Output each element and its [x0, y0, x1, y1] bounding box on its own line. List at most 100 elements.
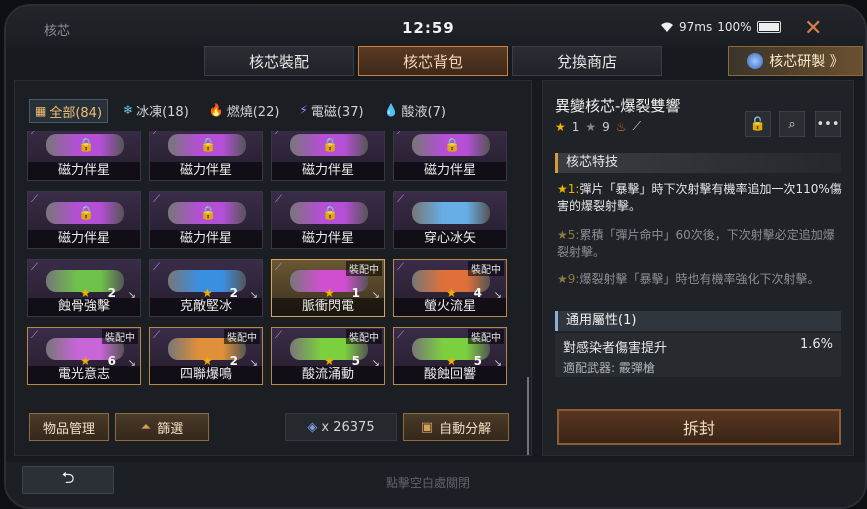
skills-header: 核芯特技: [555, 153, 841, 173]
lock-icon: 🔒: [78, 206, 95, 221]
weapon-type-icon: ⟋: [275, 131, 282, 137]
core-card[interactable]: ⟋ ★ 2 ↘ 蝕骨強擊: [27, 259, 141, 317]
clock: 12:59: [402, 19, 455, 37]
weapon-type-icon: ⟋: [397, 194, 404, 205]
core-card[interactable]: ⟋ 🔒 磁力伴星: [27, 131, 141, 181]
star-level: 1: [571, 119, 580, 134]
tab-core-bag[interactable]: 核芯背包: [358, 46, 508, 76]
weapon-type-icon: ⟋: [397, 131, 404, 137]
research-label: 核芯研製 》: [769, 54, 844, 70]
grid-icon: ▦: [35, 104, 47, 118]
core-card[interactable]: ⟋ 🔒 磁力伴星: [393, 131, 507, 181]
battery-text: 100%: [717, 20, 752, 34]
main-tabs: 核芯裝配 核芯背包 兌換商店: [204, 46, 662, 76]
equipped-badge: 裝配中: [102, 329, 138, 344]
weapon-type-icon: ⟋: [31, 262, 38, 273]
core-name: 磁力伴星: [28, 162, 140, 180]
skill-5-star: ★5:: [557, 228, 580, 242]
filter-fire-label: 燃燒(22): [226, 104, 280, 120]
lock-icon: 🔒: [322, 138, 339, 153]
unseal-button[interactable]: 拆封: [557, 409, 841, 445]
close-icon[interactable]: ✕: [804, 16, 822, 41]
attribute-value: 1.6%: [799, 337, 833, 352]
skill-9-text: 爆裂射擊「暴擊」時也有機率強化下次射擊。: [579, 272, 820, 286]
lightning-icon: ⚡: [299, 103, 308, 117]
skill-5: ★5:累積「彈片命中」60次後，下次射擊必定追加爆裂射擊。: [557, 227, 843, 261]
auto-disassemble-label: 自動分解: [439, 421, 492, 437]
filter-all[interactable]: ▦ 全部(84): [29, 99, 109, 123]
window-title: 核芯: [44, 24, 71, 39]
auto-disassemble-button[interactable]: ▣ 自動分解: [403, 413, 509, 441]
core-name: 蝕骨強擊: [28, 298, 140, 316]
core-card[interactable]: ⟋ 穿心冰矢: [393, 191, 507, 249]
game-window: 核芯 12:59 97ms 100% ✕ 核芯裝配 核芯背包 兌換商店 核芯研製…: [4, 4, 867, 509]
lock-button[interactable]: 🔓: [745, 111, 771, 137]
skill-1: ★1:彈片「暴擊」時下次射擊有機率追加一次110%傷害的爆裂射擊。: [557, 181, 843, 215]
core-name: 磁力伴星: [394, 162, 506, 180]
core-card[interactable]: ⟋ ★ 6 ↘ 裝配中 電光意志: [27, 327, 141, 385]
core-name: 酸蝕回響: [394, 366, 506, 384]
weapon-type-icon: ⟋: [397, 262, 404, 273]
weapon-type-icon: ⟋: [31, 194, 38, 205]
tab-exchange-shop[interactable]: 兌換商店: [512, 46, 662, 76]
weapon-type-icon: ⟋: [397, 330, 404, 341]
core-card[interactable]: ⟋ 🔒 磁力伴星: [149, 131, 263, 181]
core-name: 酸流涌動: [272, 366, 384, 384]
item-manage-label: 物品管理: [42, 421, 95, 437]
scrollbar[interactable]: [527, 377, 529, 455]
core-card[interactable]: ⟋ ★ 2 ↘ 裝配中 四聯爆鳴: [149, 327, 263, 385]
core-card[interactable]: ⟋ ★ 1 ↘ 裝配中 脈衝閃電: [271, 259, 385, 317]
core-card[interactable]: ⟋ ★ 2 ↘ 克敵堅冰: [149, 259, 263, 317]
item-manage-button[interactable]: 物品管理: [29, 413, 109, 441]
core-name: 脈衝閃電: [272, 298, 384, 316]
skill-5-text: 累積「彈片命中」60次後，下次射擊必定追加爆裂射擊。: [557, 228, 835, 259]
core-grid: ⟋ 🔒 磁力伴星 ⟋ 🔒 磁力伴星 ⟋ 🔒 磁力伴星 ⟋ 🔒 磁力伴星 ⟋ 🔒 磁力伴星 ⟋ 🔒 磁力伴星 ⟋ 🔒 磁力…: [27, 131, 521, 397]
back-button[interactable]: ⮌: [22, 466, 114, 494]
core-name: 磁力伴星: [150, 162, 262, 180]
core-card[interactable]: ⟋ ★ 4 ↘ 裝配中 螢火流星: [393, 259, 507, 317]
core-card[interactable]: ⟋ 🔒 磁力伴星: [27, 191, 141, 249]
unlock-icon: 🔓: [749, 116, 767, 132]
close-hint: 點擊空白處關閉: [386, 476, 471, 490]
weapon-type-icon: ⟋: [153, 330, 160, 341]
filter-electric-label: 電磁(37): [310, 104, 364, 120]
filter-electric[interactable]: ⚡ 電磁(37): [294, 99, 368, 121]
weapon-type-icon: ⟋: [275, 262, 282, 273]
core-card[interactable]: ⟋ ★ 5 ↘ 裝配中 酸蝕回響: [393, 327, 507, 385]
weapon-type-icon: ⟋: [153, 131, 160, 137]
tab-core-equip[interactable]: 核芯裝配: [204, 46, 354, 76]
more-button[interactable]: •••: [815, 111, 841, 137]
core-card[interactable]: ⟋ 🔒 磁力伴星: [149, 191, 263, 249]
status-bar: 97ms 100%: [660, 20, 781, 34]
filter-fire[interactable]: 🔥 燃燒(22): [204, 99, 285, 121]
battery-icon: [756, 21, 781, 33]
star-icon: ★: [555, 119, 566, 134]
ping-text: 97ms: [679, 20, 713, 34]
resource-amount: x 26375: [321, 419, 375, 435]
back-arrow-icon: ⮌: [61, 467, 75, 487]
attribute-box: 對感染者傷害提升 1.6% 適配武器: 霰彈槍: [555, 333, 841, 377]
core-research-button[interactable]: 核芯研製 》: [728, 46, 863, 76]
crystal-icon: ◈: [307, 419, 318, 435]
equipped-badge: 裝配中: [224, 329, 260, 344]
core-name: 磁力伴星: [272, 230, 384, 248]
attribute-name: 對感染者傷害提升: [563, 341, 668, 356]
filter-ice[interactable]: ❄ 冰凍(18): [118, 99, 194, 121]
more-icon: •••: [816, 116, 840, 132]
compatible-weapon: 適配武器: 霰彈槍: [563, 361, 655, 375]
equipped-badge: 裝配中: [468, 261, 504, 276]
core-card[interactable]: ⟋ 🔒 磁力伴星: [271, 131, 385, 181]
detail-search-button[interactable]: ⌕: [779, 111, 805, 137]
core-meta: ★ 1 ★ 9 ♨ ⟋: [555, 119, 641, 134]
filter-all-label: 全部(84): [49, 105, 103, 121]
filter-button-label: 篩選: [157, 421, 184, 437]
research-gear-icon: [747, 53, 764, 69]
filter-ice-label: 冰凍(18): [136, 104, 189, 120]
core-name: 磁力伴星: [150, 230, 262, 248]
filter-button[interactable]: ⏶ 篩選: [115, 413, 209, 441]
core-card[interactable]: ⟋ ★ 5 ↘ 裝配中 酸流涌動: [271, 327, 385, 385]
weapon-type-icon: ⟋: [31, 131, 38, 137]
filter-acid[interactable]: 💧 酸液(7): [379, 99, 451, 121]
core-card[interactable]: ⟋ 🔒 磁力伴星: [271, 191, 385, 249]
weapon-type-icon: ⟋: [275, 330, 282, 341]
